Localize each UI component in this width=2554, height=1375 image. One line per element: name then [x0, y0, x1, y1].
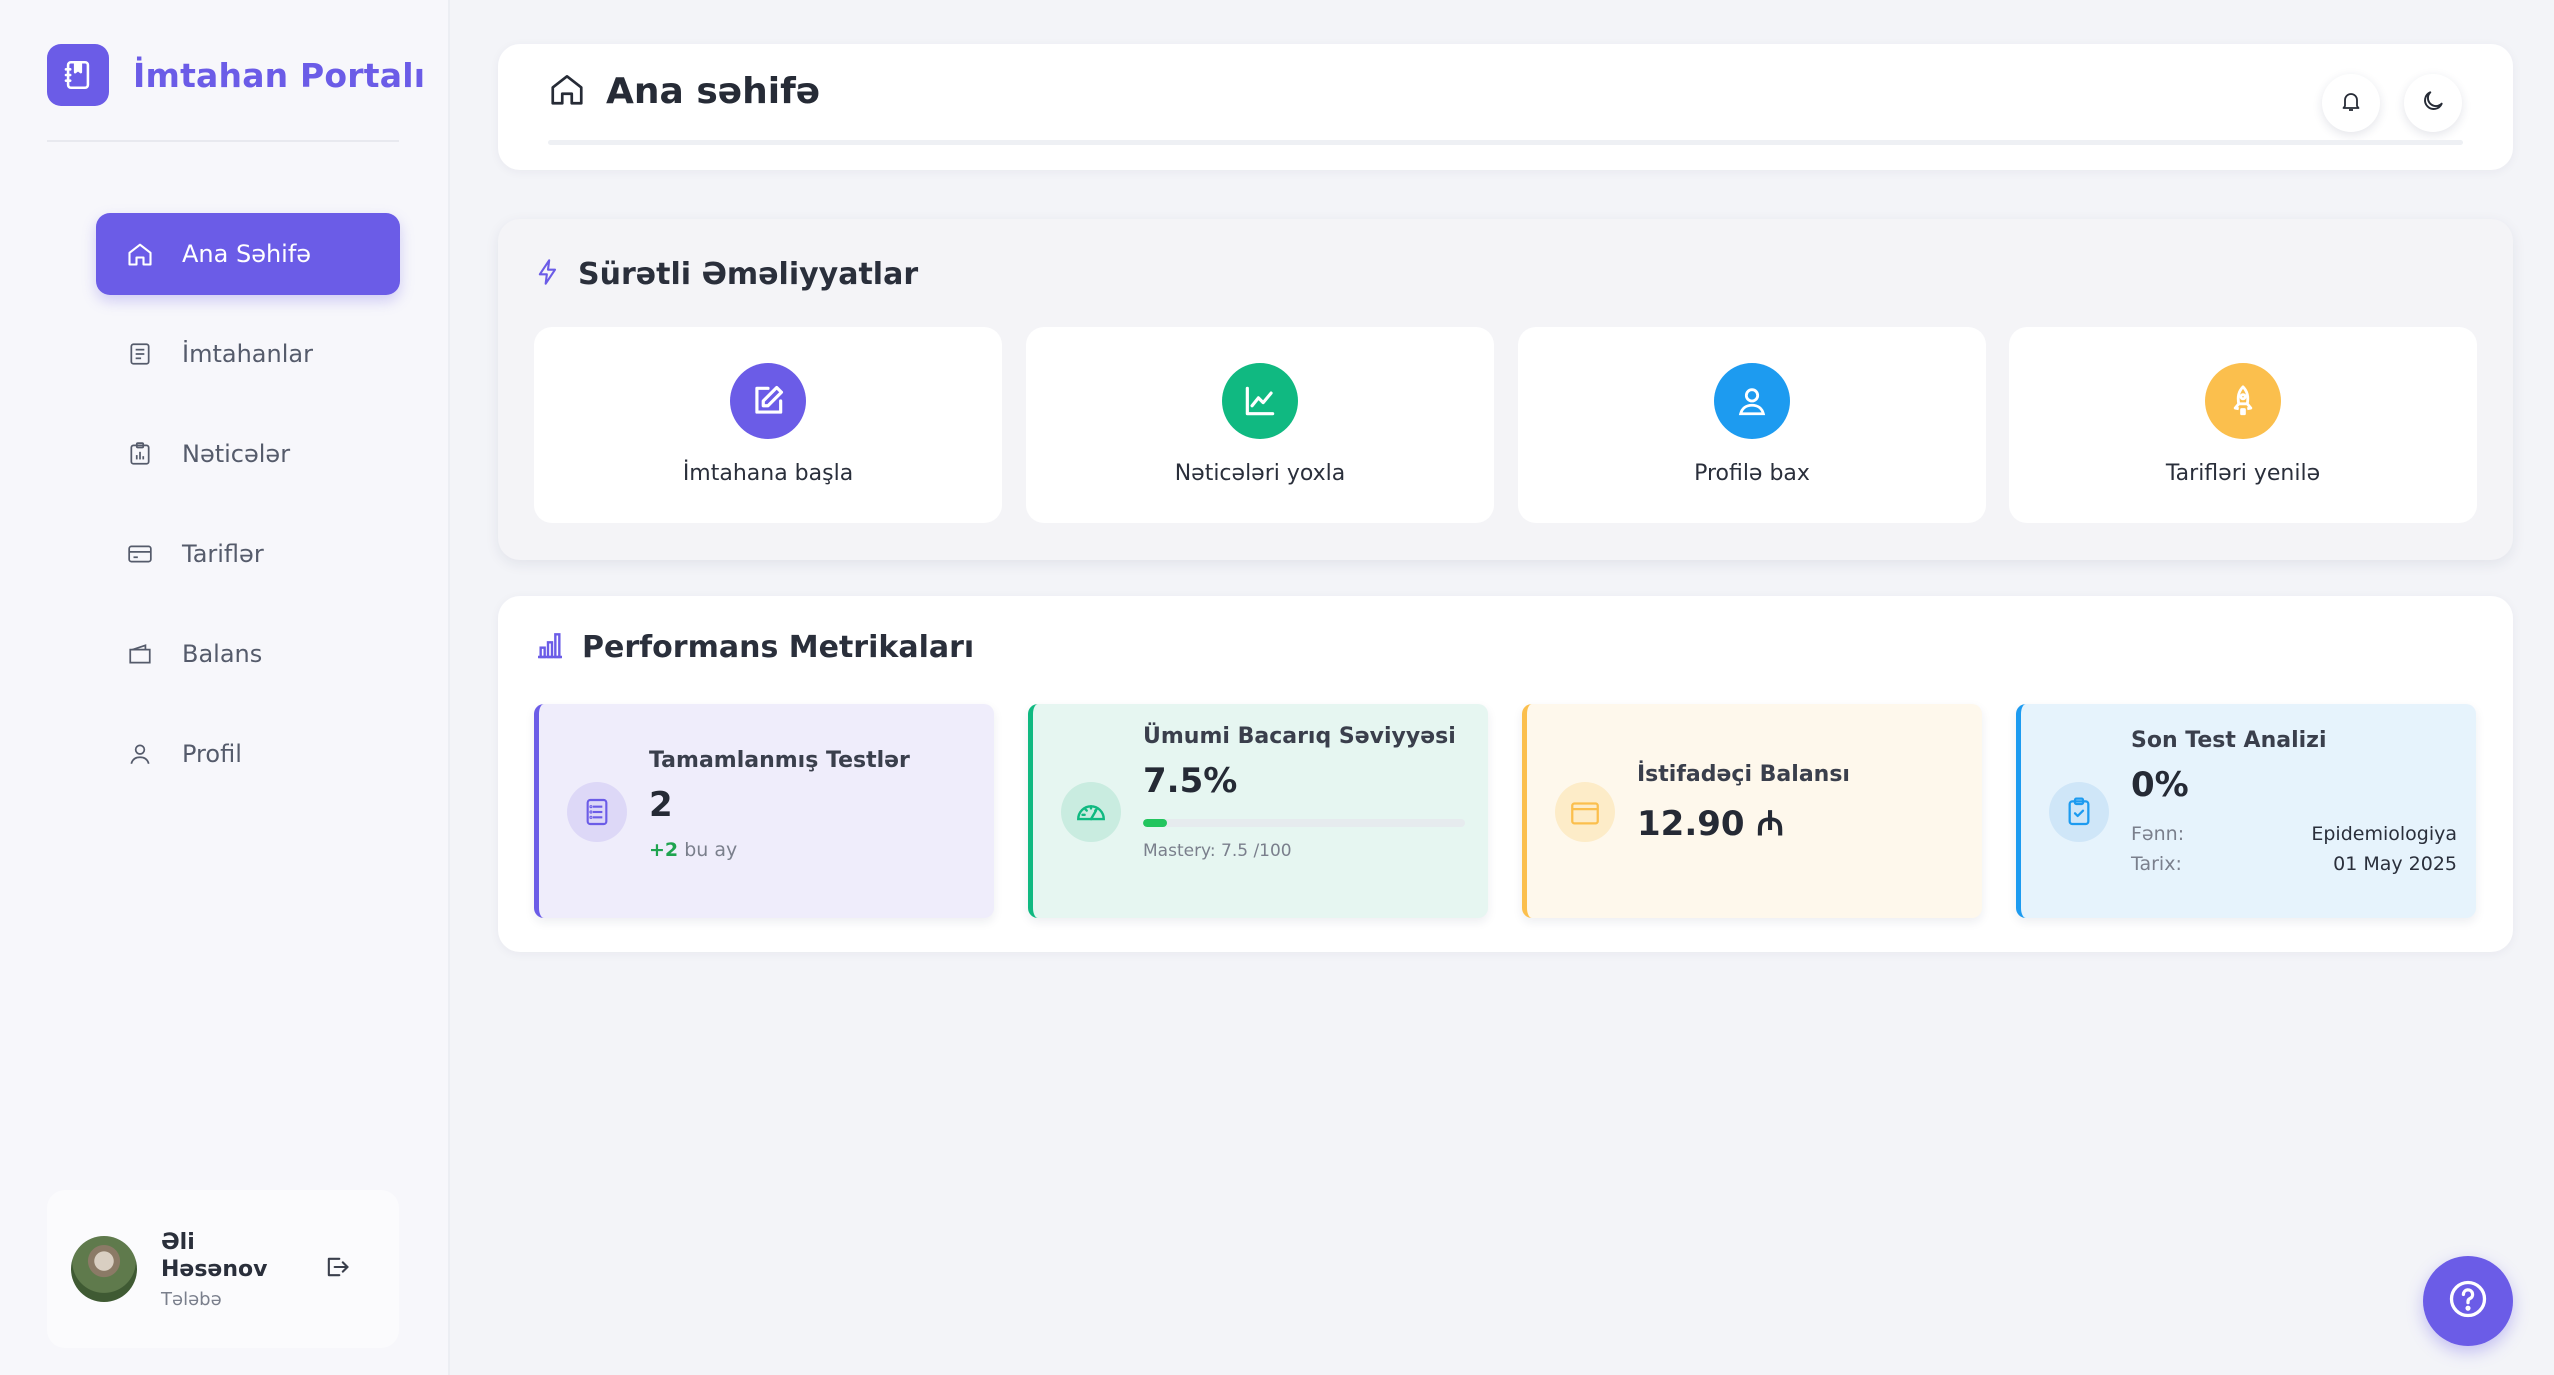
- date-value: 01 May 2025: [2333, 853, 2457, 875]
- speedometer-icon: [1061, 782, 1121, 842]
- sidebar-item-label: Ana Səhifə: [182, 240, 312, 268]
- help-button[interactable]: [2423, 1256, 2513, 1346]
- edit-icon: [730, 363, 806, 439]
- line-chart-icon: [1222, 363, 1298, 439]
- metric-text: Son Test Analizi 0% Fənn: Epidemiologiya…: [2131, 728, 2457, 875]
- metric-label: Son Test Analizi: [2131, 728, 2327, 753]
- start-exam-button[interactable]: İmtahana başla: [534, 327, 1002, 523]
- sidebar-item-profile[interactable]: Profil: [96, 713, 400, 795]
- notifications-button[interactable]: [2322, 74, 2380, 132]
- sidebar-item-label: İmtahanlar: [182, 340, 313, 368]
- sidebar-item-results[interactable]: Nəticələr: [96, 413, 400, 495]
- quick-action-label: Profilə bax: [1694, 461, 1810, 486]
- subject-value: Epidemiologiya: [2311, 823, 2457, 845]
- sidebar-item-tariffs[interactable]: Tariflər: [96, 513, 400, 595]
- quick-action-label: Nəticələri yoxla: [1174, 461, 1346, 486]
- upgrade-tariffs-button[interactable]: Tarifləri yenilə: [2009, 327, 2477, 523]
- header-divider: [548, 140, 2463, 145]
- sidebar-item-label: Balans: [182, 640, 263, 668]
- delta-suffix: bu ay: [684, 839, 738, 861]
- metric-label: Tamamlanmış Testlər: [649, 748, 910, 773]
- app-title: İmtahan Portalı: [133, 55, 426, 95]
- bell-icon: [2339, 89, 2363, 117]
- sidebar-nav: Ana Səhifə İmtahanlar Nəticələr Tariflər…: [96, 213, 400, 813]
- top-header: Ana səhifə: [498, 44, 2513, 170]
- metric-value: 2: [649, 785, 673, 825]
- user-info: Əli Həsənov Tələbə: [161, 1229, 271, 1310]
- metric-text: İstifadəçi Balansı 12.90 ₼: [1637, 762, 1850, 845]
- notebook-logo-icon: [47, 44, 109, 106]
- logout-button[interactable]: [321, 1253, 353, 1285]
- view-profile-button[interactable]: Profilə bax: [1518, 327, 1986, 523]
- metric-value: 0%: [2131, 765, 2189, 805]
- document-list-icon: [124, 338, 156, 370]
- clipboard-check-icon: [2049, 782, 2109, 842]
- metric-label: Ümumi Bacarıq Səviyyəsi: [1143, 724, 1456, 749]
- metric-value: 12.90 ₼: [1637, 804, 1784, 844]
- bar-chart-icon: [534, 629, 566, 665]
- performance-header: Performans Metrikaları: [534, 629, 974, 665]
- quick-actions-panel: Sürətli Əməliyyatlar İmtahana başla Nəti…: [498, 219, 2513, 560]
- document-list-icon: [567, 782, 627, 842]
- last-test-card[interactable]: Son Test Analizi 0% Fənn: Epidemiologiya…: [2016, 704, 2476, 918]
- sidebar-item-balance[interactable]: Balans: [96, 613, 400, 695]
- skill-level-card[interactable]: Ümumi Bacarıq Səviyyəsi 7.5% Mastery: 7.…: [1028, 704, 1488, 918]
- brand[interactable]: İmtahan Portalı: [47, 44, 425, 106]
- wallet-icon: [1555, 782, 1615, 842]
- question-mark-icon: [2446, 1277, 2490, 1325]
- metric-text: Tamamlanmış Testlər 2 +2 bu ay: [649, 748, 910, 861]
- completed-tests-card[interactable]: Tamamlanmış Testlər 2 +2 bu ay: [534, 704, 994, 918]
- page-title: Ana səhifə: [606, 70, 821, 112]
- user-icon: [1714, 363, 1790, 439]
- quick-action-label: Tarifləri yenilə: [2165, 461, 2321, 486]
- quick-action-label: İmtahana başla: [682, 461, 854, 486]
- divider: [47, 140, 399, 142]
- user-name: Əli Həsənov: [161, 1229, 268, 1282]
- metric-text: Ümumi Bacarıq Səviyyəsi 7.5% Mastery: 7.…: [1143, 724, 1465, 861]
- avatar[interactable]: [71, 1236, 137, 1302]
- metric-value: 7.5%: [1143, 761, 1238, 801]
- user-card: Əli Həsənov Tələbə: [47, 1190, 399, 1348]
- logout-icon: [323, 1253, 351, 1285]
- sidebar-item-exams[interactable]: İmtahanlar: [96, 313, 400, 395]
- metric-delta: +2 bu ay: [649, 839, 910, 861]
- credit-card-icon: [124, 538, 156, 570]
- subject-key: Fənn:: [2131, 823, 2185, 845]
- clipboard-chart-icon: [124, 438, 156, 470]
- quick-actions-header: Sürətli Əməliyyatlar: [534, 255, 918, 293]
- metric-label: İstifadəçi Balansı: [1637, 762, 1850, 787]
- dark-mode-toggle[interactable]: [2404, 74, 2462, 132]
- wallet-icon: [124, 638, 156, 670]
- user-icon: [124, 738, 156, 770]
- delta-value: +2: [649, 839, 679, 861]
- balance-card[interactable]: İstifadəçi Balansı 12.90 ₼: [1522, 704, 1982, 918]
- subject-row: Fənn: Epidemiologiya: [2131, 823, 2457, 845]
- date-key: Tarix:: [2131, 853, 2182, 875]
- page-title-group: Ana səhifə: [548, 70, 820, 112]
- user-role: Tələbə: [161, 1288, 222, 1310]
- mastery-text: Mastery: 7.5 /100: [1143, 841, 1292, 861]
- sidebar-item-label: Tariflər: [182, 540, 264, 568]
- sidebar-item-label: Nəticələr: [182, 440, 291, 468]
- sidebar-item-label: Profil: [182, 740, 242, 768]
- section-title: Sürətli Əməliyyatlar: [578, 256, 919, 292]
- rocket-icon: [2205, 363, 2281, 439]
- skill-progress-fill: [1143, 819, 1168, 827]
- sidebar: İmtahan Portalı Ana Səhifə İmtahanlar Nə…: [0, 0, 450, 1375]
- sidebar-item-home[interactable]: Ana Səhifə: [96, 213, 400, 295]
- performance-panel: Performans Metrikaları Tamamlanmış Testl…: [498, 596, 2513, 952]
- home-icon: [548, 70, 586, 112]
- home-icon: [124, 238, 156, 270]
- date-row: Tarix: 01 May 2025: [2131, 853, 2457, 875]
- section-title: Performans Metrikaları: [582, 629, 975, 665]
- moon-icon: [2420, 88, 2446, 118]
- lightning-icon: [534, 255, 562, 293]
- skill-progress-bar: [1143, 819, 1465, 827]
- check-results-button[interactable]: Nəticələri yoxla: [1026, 327, 1494, 523]
